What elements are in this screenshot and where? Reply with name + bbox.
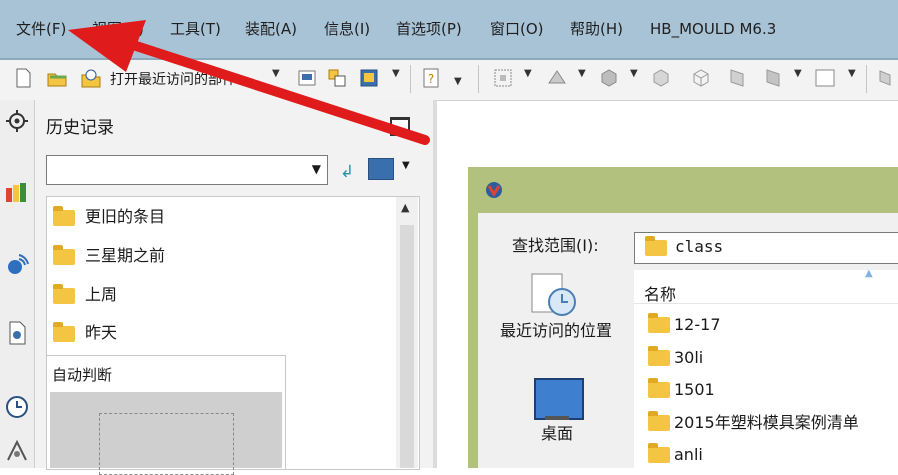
- svg-text:?: ?: [428, 72, 434, 86]
- render-icon[interactable]: [690, 67, 712, 89]
- toolbar-separator: [866, 65, 867, 93]
- desktop-icon[interactable]: [534, 378, 584, 420]
- menu-bar: 文件(F) 视图(V) 工具(T) 装配(A) 信息(I) 首选项(P) 窗口(…: [0, 0, 898, 60]
- assembly-navigator-icon[interactable]: [4, 180, 30, 206]
- scrollbar-thumb[interactable]: [400, 225, 414, 468]
- scroll-up-icon[interactable]: ▲: [401, 201, 409, 214]
- history-filter-combobox[interactable]: ▼: [46, 155, 328, 185]
- cut-icon[interactable]: [326, 67, 348, 89]
- document-icon[interactable]: [4, 320, 30, 346]
- preview-frame: [99, 413, 234, 475]
- menu-assembly[interactable]: 装配(A): [245, 14, 297, 44]
- column-header-name[interactable]: 名称: [644, 281, 676, 305]
- paste-icon[interactable]: [358, 67, 380, 89]
- fit-icon[interactable]: [492, 67, 514, 89]
- shaded-dropdown-icon[interactable]: ▼: [630, 68, 638, 79]
- layer-icon[interactable]: [814, 67, 836, 89]
- system-materials-icon[interactable]: [4, 438, 30, 464]
- recent-places-label[interactable]: 最近访问的位置: [496, 320, 616, 342]
- toolbar: 打开最近访问的部件 ▼ ▼ ? ▼ ▼ ▼ ▼ ▼ ▼: [0, 60, 898, 101]
- header-divider: [634, 303, 898, 304]
- lookin-combobox[interactable]: class: [634, 232, 898, 264]
- history-icon[interactable]: [4, 394, 30, 420]
- view-style-icon[interactable]: [368, 158, 394, 180]
- view-style-dropdown-icon[interactable]: ▼: [402, 160, 410, 171]
- box-dropdown-icon[interactable]: ▼: [794, 68, 802, 79]
- paste-dropdown-icon[interactable]: ▼: [392, 68, 400, 79]
- help-dropdown-icon[interactable]: ▼: [454, 76, 462, 87]
- lookin-label: 查找范围(I):: [512, 236, 599, 255]
- sort-up-icon: ▲: [865, 268, 873, 279]
- menu-hb-mould[interactable]: HB_MOULD M6.3: [650, 14, 776, 44]
- new-icon[interactable]: [12, 67, 34, 89]
- orient-icon[interactable]: [546, 67, 568, 89]
- desktop-label[interactable]: 桌面: [534, 420, 580, 444]
- folder-icon: [648, 346, 670, 366]
- save-icon[interactable]: [296, 67, 318, 89]
- nx-logo-icon: [486, 182, 502, 198]
- lookin-value: class: [675, 237, 724, 256]
- shaded-icon[interactable]: [598, 67, 620, 89]
- help-icon[interactable]: ?: [420, 67, 442, 89]
- folder-icon: [645, 236, 667, 256]
- recent-places-icon[interactable]: [528, 272, 584, 318]
- history-scrollbar[interactable]: ▲: [396, 197, 418, 468]
- menu-window[interactable]: 窗口(O): [490, 14, 544, 44]
- layer-dropdown-icon[interactable]: ▼: [848, 68, 856, 79]
- go-icon[interactable]: ↲: [340, 162, 354, 182]
- menu-tools[interactable]: 工具(T): [170, 14, 221, 44]
- maximize-icon[interactable]: [390, 117, 410, 136]
- menu-preferences[interactable]: 首选项(P): [396, 14, 462, 44]
- folder-open-icon: [53, 322, 75, 342]
- open-recent-icon[interactable]: [80, 67, 102, 89]
- folder-icon: [53, 284, 75, 304]
- history-title: 历史记录: [46, 118, 114, 138]
- open-recent-label[interactable]: 打开最近访问的部件: [110, 69, 236, 89]
- box-icon[interactable]: [762, 67, 784, 89]
- chevron-down-icon[interactable]: ▼: [312, 162, 321, 176]
- toolbar-separator: [410, 65, 411, 93]
- view-icon[interactable]: [726, 67, 748, 89]
- open-recent-dropdown-icon[interactable]: ▼: [272, 68, 280, 79]
- menu-view[interactable]: 视图(V): [92, 14, 144, 44]
- resource-bar: [0, 100, 35, 468]
- folder-icon: [648, 378, 670, 398]
- auto-infer-label: 自动判断: [52, 366, 113, 384]
- wireframe-icon[interactable]: [650, 67, 672, 89]
- folder-icon: [648, 313, 670, 333]
- orient-dropdown-icon[interactable]: ▼: [578, 68, 586, 79]
- settings-icon[interactable]: [4, 108, 30, 134]
- menu-help[interactable]: 帮助(H): [570, 14, 623, 44]
- menu-info[interactable]: 信息(I): [324, 14, 370, 44]
- menu-file[interactable]: 文件(F): [16, 14, 66, 44]
- web-browser-icon[interactable]: [4, 252, 30, 278]
- folder-icon: [648, 411, 670, 431]
- folder-icon: [53, 206, 75, 226]
- folder-icon: [53, 245, 75, 265]
- part-icon[interactable]: [874, 67, 896, 89]
- panel-splitter[interactable]: [433, 100, 437, 468]
- fit-dropdown-icon[interactable]: ▼: [524, 68, 532, 79]
- toolbar-separator: [478, 65, 479, 93]
- open-icon[interactable]: [46, 67, 68, 89]
- folder-icon: [648, 443, 670, 463]
